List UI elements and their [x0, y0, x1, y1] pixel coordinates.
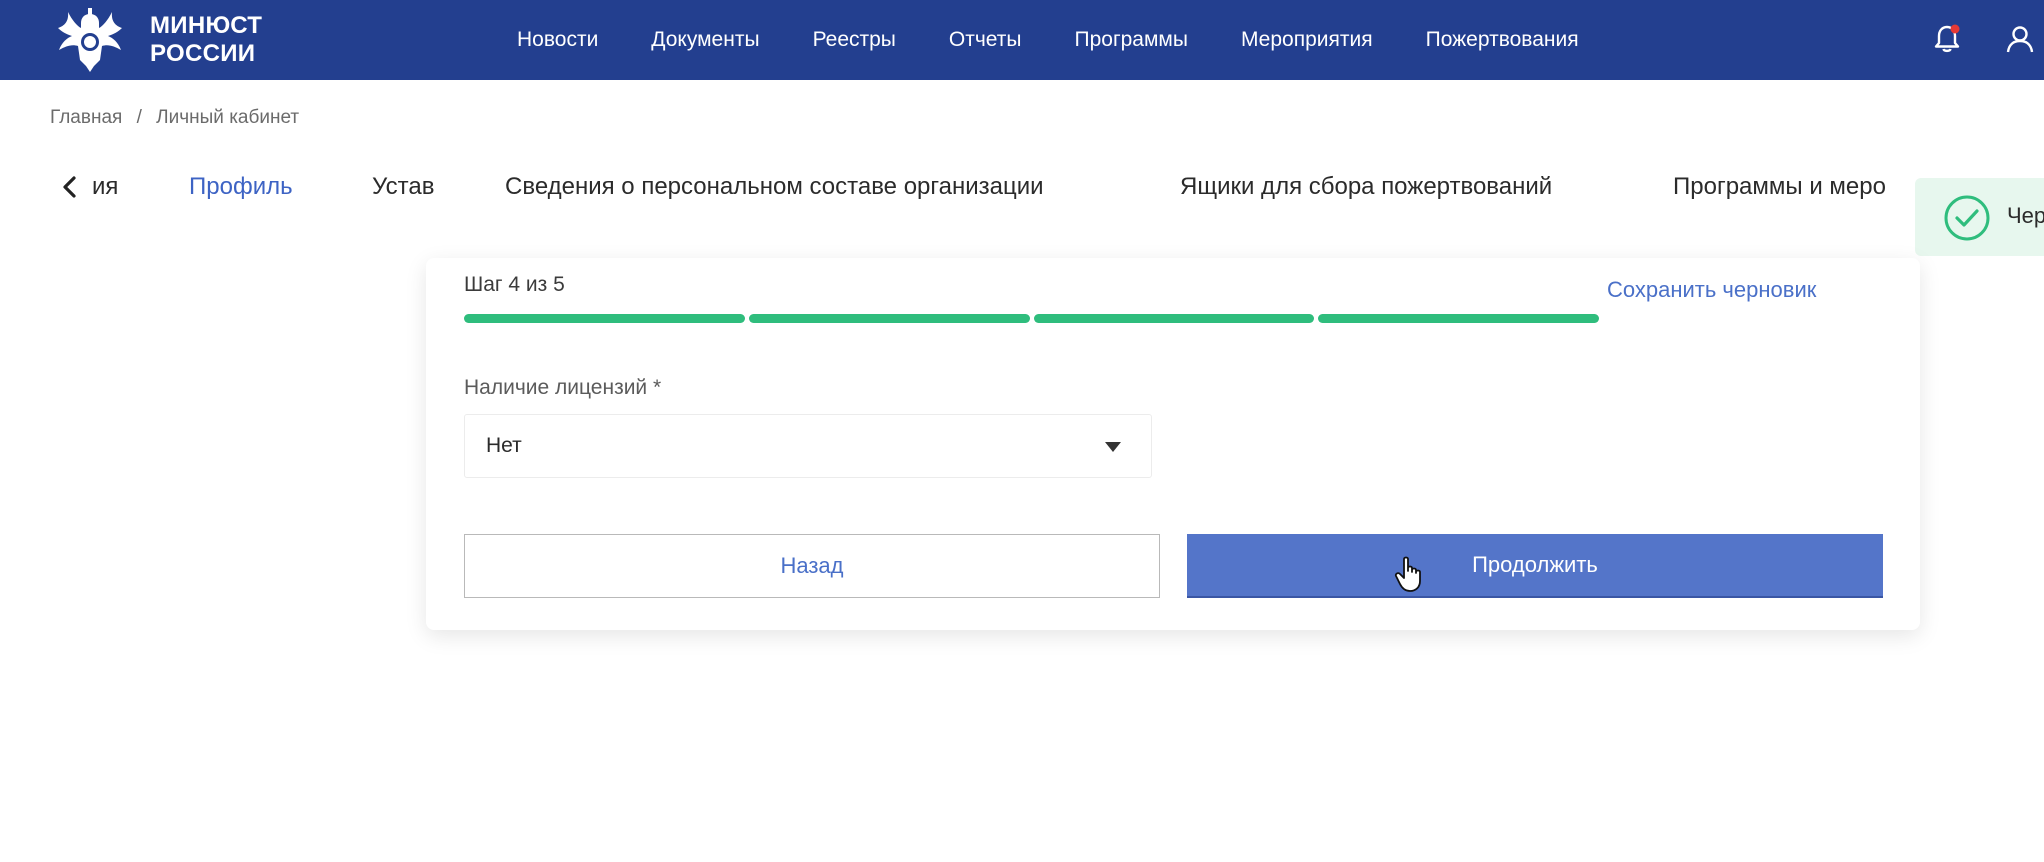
- chevron-left-icon[interactable]: [58, 174, 82, 200]
- progress-segment-4: [1318, 314, 1599, 323]
- nav-documents[interactable]: Документы: [651, 28, 759, 52]
- main-nav: Новости Документы Реестры Отчеты Програм…: [517, 0, 1632, 80]
- licenses-select-value: Нет: [486, 434, 522, 457]
- breadcrumb-separator: /: [136, 107, 142, 128]
- tab-programs[interactable]: Программы и меро: [1673, 170, 1886, 204]
- brand-line-2: РОССИИ: [150, 40, 256, 67]
- tab-charter[interactable]: Устав: [372, 170, 434, 204]
- tab-donation-boxes[interactable]: Ящики для сбора пожертвований: [1180, 170, 1552, 204]
- tab-profile[interactable]: Профиль: [189, 170, 293, 204]
- tab-personnel[interactable]: Сведения о персональном составе организа…: [505, 170, 1044, 204]
- nav-reports[interactable]: Отчеты: [949, 28, 1022, 52]
- breadcrumb-home[interactable]: Главная: [50, 107, 122, 128]
- breadcrumb: Главная / Личный кабинет: [50, 107, 299, 129]
- user-icon[interactable]: [2003, 22, 2037, 56]
- tab-truncated[interactable]: ия: [92, 170, 118, 204]
- nav-donations[interactable]: Пожертвования: [1426, 28, 1579, 52]
- caret-down-icon: [1105, 442, 1121, 452]
- check-circle-icon: [1944, 195, 1990, 241]
- nav-programs[interactable]: Программы: [1075, 28, 1188, 52]
- save-draft-link[interactable]: Сохранить черновик: [1607, 277, 1816, 303]
- continue-button[interactable]: Продолжить: [1187, 534, 1883, 598]
- profile-tabs: ия Профиль Устав Сведения о персональном…: [0, 160, 1915, 216]
- licenses-select[interactable]: Нет: [464, 414, 1152, 478]
- progress-bar: [464, 314, 1599, 323]
- step-indicator: Шаг 4 из 5: [464, 273, 565, 296]
- breadcrumb-current: Личный кабинет: [156, 107, 300, 128]
- back-button[interactable]: Назад: [464, 534, 1160, 598]
- bell-icon[interactable]: [1930, 22, 1964, 56]
- draft-saved-toast: Чер: [1915, 178, 2044, 256]
- licenses-label: Наличие лицензий *: [464, 376, 662, 399]
- nav-registries[interactable]: Реестры: [813, 28, 896, 52]
- notification-dot: [1950, 24, 1960, 34]
- brand-name[interactable]: МИНЮСТ РОССИИ: [150, 12, 262, 68]
- toast-text: Чер: [2007, 203, 2044, 228]
- nav-news[interactable]: Новости: [517, 28, 598, 52]
- progress-segment-3: [1033, 314, 1315, 323]
- top-header: МИНЮСТ РОССИИ Новости Документы Реестры …: [0, 0, 2044, 80]
- hand-cursor-icon: [1394, 556, 1421, 592]
- brand-line-1: МИНЮСТ: [150, 12, 263, 39]
- nav-events[interactable]: Мероприятия: [1241, 28, 1373, 52]
- progress-segment-2: [748, 314, 1030, 323]
- logo-eagle-icon[interactable]: [50, 6, 130, 74]
- progress-segment-1: [464, 314, 745, 323]
